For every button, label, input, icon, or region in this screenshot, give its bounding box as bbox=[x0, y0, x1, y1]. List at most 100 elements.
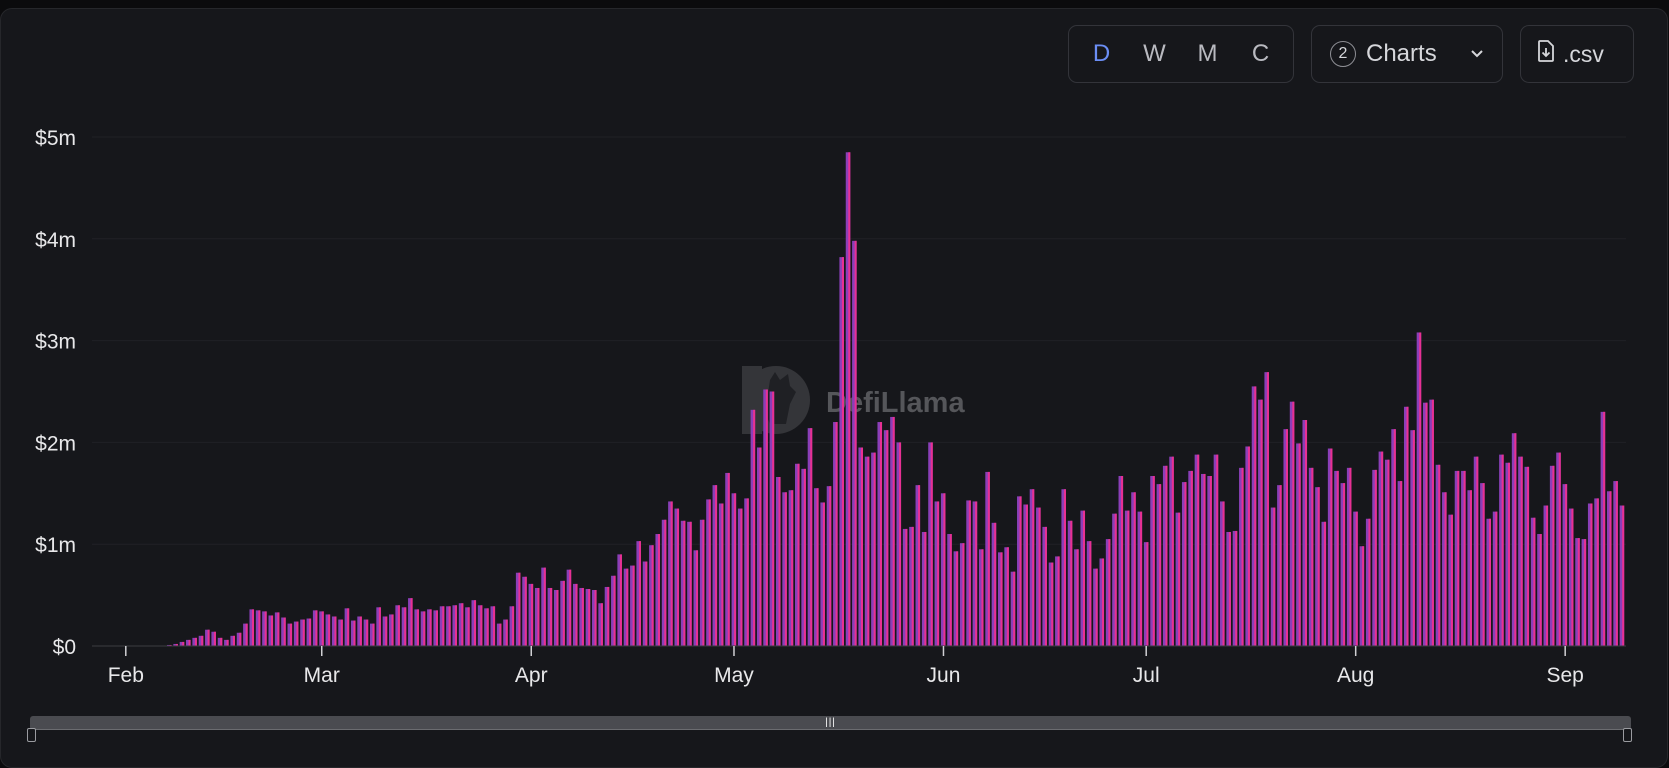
bar[interactable] bbox=[1296, 443, 1301, 646]
bar[interactable] bbox=[572, 583, 578, 646]
bar[interactable] bbox=[693, 550, 699, 646]
bar[interactable] bbox=[1245, 446, 1250, 646]
bar[interactable] bbox=[712, 485, 718, 646]
bar[interactable] bbox=[1086, 541, 1092, 646]
bar[interactable] bbox=[1372, 469, 1377, 646]
bar[interactable] bbox=[1587, 503, 1593, 646]
bar[interactable] bbox=[674, 508, 680, 646]
bar[interactable] bbox=[1067, 520, 1073, 646]
zoom-start-handle[interactable] bbox=[27, 728, 36, 742]
bar[interactable] bbox=[1169, 456, 1174, 646]
bar[interactable] bbox=[1403, 406, 1409, 646]
bar[interactable] bbox=[490, 606, 496, 646]
bar[interactable] bbox=[820, 502, 825, 646]
zoom-slider-track[interactable]: ||| bbox=[30, 716, 1631, 730]
bar[interactable] bbox=[947, 534, 952, 646]
bar[interactable] bbox=[1131, 492, 1136, 646]
bar[interactable] bbox=[300, 619, 305, 646]
bar[interactable] bbox=[1606, 491, 1612, 646]
bar[interactable] bbox=[1435, 464, 1441, 646]
bar[interactable] bbox=[611, 575, 616, 646]
bar[interactable] bbox=[1321, 521, 1327, 646]
bar[interactable] bbox=[1416, 332, 1422, 646]
bar[interactable] bbox=[775, 477, 781, 646]
bar[interactable] bbox=[1023, 504, 1028, 646]
bar[interactable] bbox=[871, 452, 876, 646]
bar[interactable] bbox=[465, 607, 470, 646]
bar[interactable] bbox=[230, 635, 236, 646]
bar[interactable] bbox=[807, 428, 813, 646]
bar[interactable] bbox=[306, 618, 312, 646]
bar[interactable] bbox=[1093, 568, 1098, 646]
bar[interactable] bbox=[642, 561, 648, 646]
bar[interactable] bbox=[915, 485, 921, 646]
bar[interactable] bbox=[1384, 459, 1390, 646]
bar[interactable] bbox=[319, 611, 324, 646]
bar[interactable] bbox=[1346, 467, 1352, 646]
bar[interactable] bbox=[274, 612, 280, 646]
bar[interactable] bbox=[1048, 562, 1054, 646]
bar[interactable] bbox=[243, 623, 248, 646]
bar[interactable] bbox=[1162, 465, 1168, 646]
bar[interactable] bbox=[826, 486, 832, 646]
bar[interactable] bbox=[896, 442, 902, 646]
bar[interactable] bbox=[1549, 465, 1555, 646]
bar[interactable] bbox=[1150, 475, 1155, 646]
bar[interactable] bbox=[617, 554, 622, 646]
bar[interactable] bbox=[1442, 492, 1447, 646]
bar[interactable] bbox=[877, 422, 883, 646]
bar[interactable] bbox=[756, 447, 762, 646]
bar[interactable] bbox=[1226, 531, 1231, 646]
bar[interactable] bbox=[1080, 510, 1086, 646]
bar[interactable] bbox=[1270, 507, 1276, 646]
bar[interactable] bbox=[1334, 470, 1339, 646]
bar[interactable] bbox=[852, 240, 857, 646]
bar[interactable] bbox=[972, 501, 978, 646]
bar[interactable] bbox=[795, 463, 800, 646]
bar[interactable] bbox=[1461, 470, 1466, 646]
bar[interactable] bbox=[312, 610, 318, 646]
bar[interactable] bbox=[1562, 484, 1568, 646]
bar[interactable] bbox=[1556, 452, 1561, 646]
bar[interactable] bbox=[1486, 518, 1492, 646]
bar[interactable] bbox=[706, 499, 711, 646]
bar[interactable] bbox=[782, 492, 787, 646]
bar[interactable] bbox=[446, 606, 451, 646]
bar[interactable] bbox=[953, 551, 959, 646]
bar[interactable] bbox=[287, 623, 293, 646]
bar[interactable] bbox=[1188, 470, 1193, 646]
bar[interactable] bbox=[966, 500, 971, 646]
bar[interactable] bbox=[420, 611, 426, 646]
bar[interactable] bbox=[1492, 511, 1498, 646]
bar[interactable] bbox=[1454, 470, 1460, 646]
bar[interactable] bbox=[991, 522, 997, 646]
bar[interactable] bbox=[839, 257, 844, 646]
bar[interactable] bbox=[192, 637, 197, 646]
bar[interactable] bbox=[959, 543, 965, 646]
bar[interactable] bbox=[1359, 546, 1365, 646]
bar[interactable] bbox=[350, 620, 356, 646]
bar[interactable] bbox=[1004, 547, 1009, 646]
bar[interactable] bbox=[699, 519, 705, 646]
bar[interactable] bbox=[1264, 372, 1269, 646]
bar[interactable] bbox=[1378, 451, 1384, 646]
bar[interactable] bbox=[814, 488, 819, 646]
bar[interactable] bbox=[1200, 473, 1206, 646]
bar[interactable] bbox=[1613, 481, 1618, 646]
bar[interactable] bbox=[1480, 483, 1485, 646]
bar[interactable] bbox=[1353, 511, 1358, 646]
bar[interactable] bbox=[427, 609, 432, 646]
bar[interactable] bbox=[414, 609, 419, 646]
bar[interactable] bbox=[1112, 513, 1117, 646]
bar[interactable] bbox=[1220, 501, 1225, 646]
bar[interactable] bbox=[293, 621, 299, 646]
bar[interactable] bbox=[382, 616, 388, 646]
bar[interactable] bbox=[680, 520, 686, 646]
bar[interactable] bbox=[1543, 505, 1549, 646]
bar[interactable] bbox=[1099, 558, 1105, 646]
bar[interactable] bbox=[718, 503, 724, 646]
bar[interactable] bbox=[522, 576, 527, 646]
bar[interactable] bbox=[598, 603, 603, 646]
bar[interactable] bbox=[763, 389, 768, 646]
bar[interactable] bbox=[750, 409, 756, 646]
